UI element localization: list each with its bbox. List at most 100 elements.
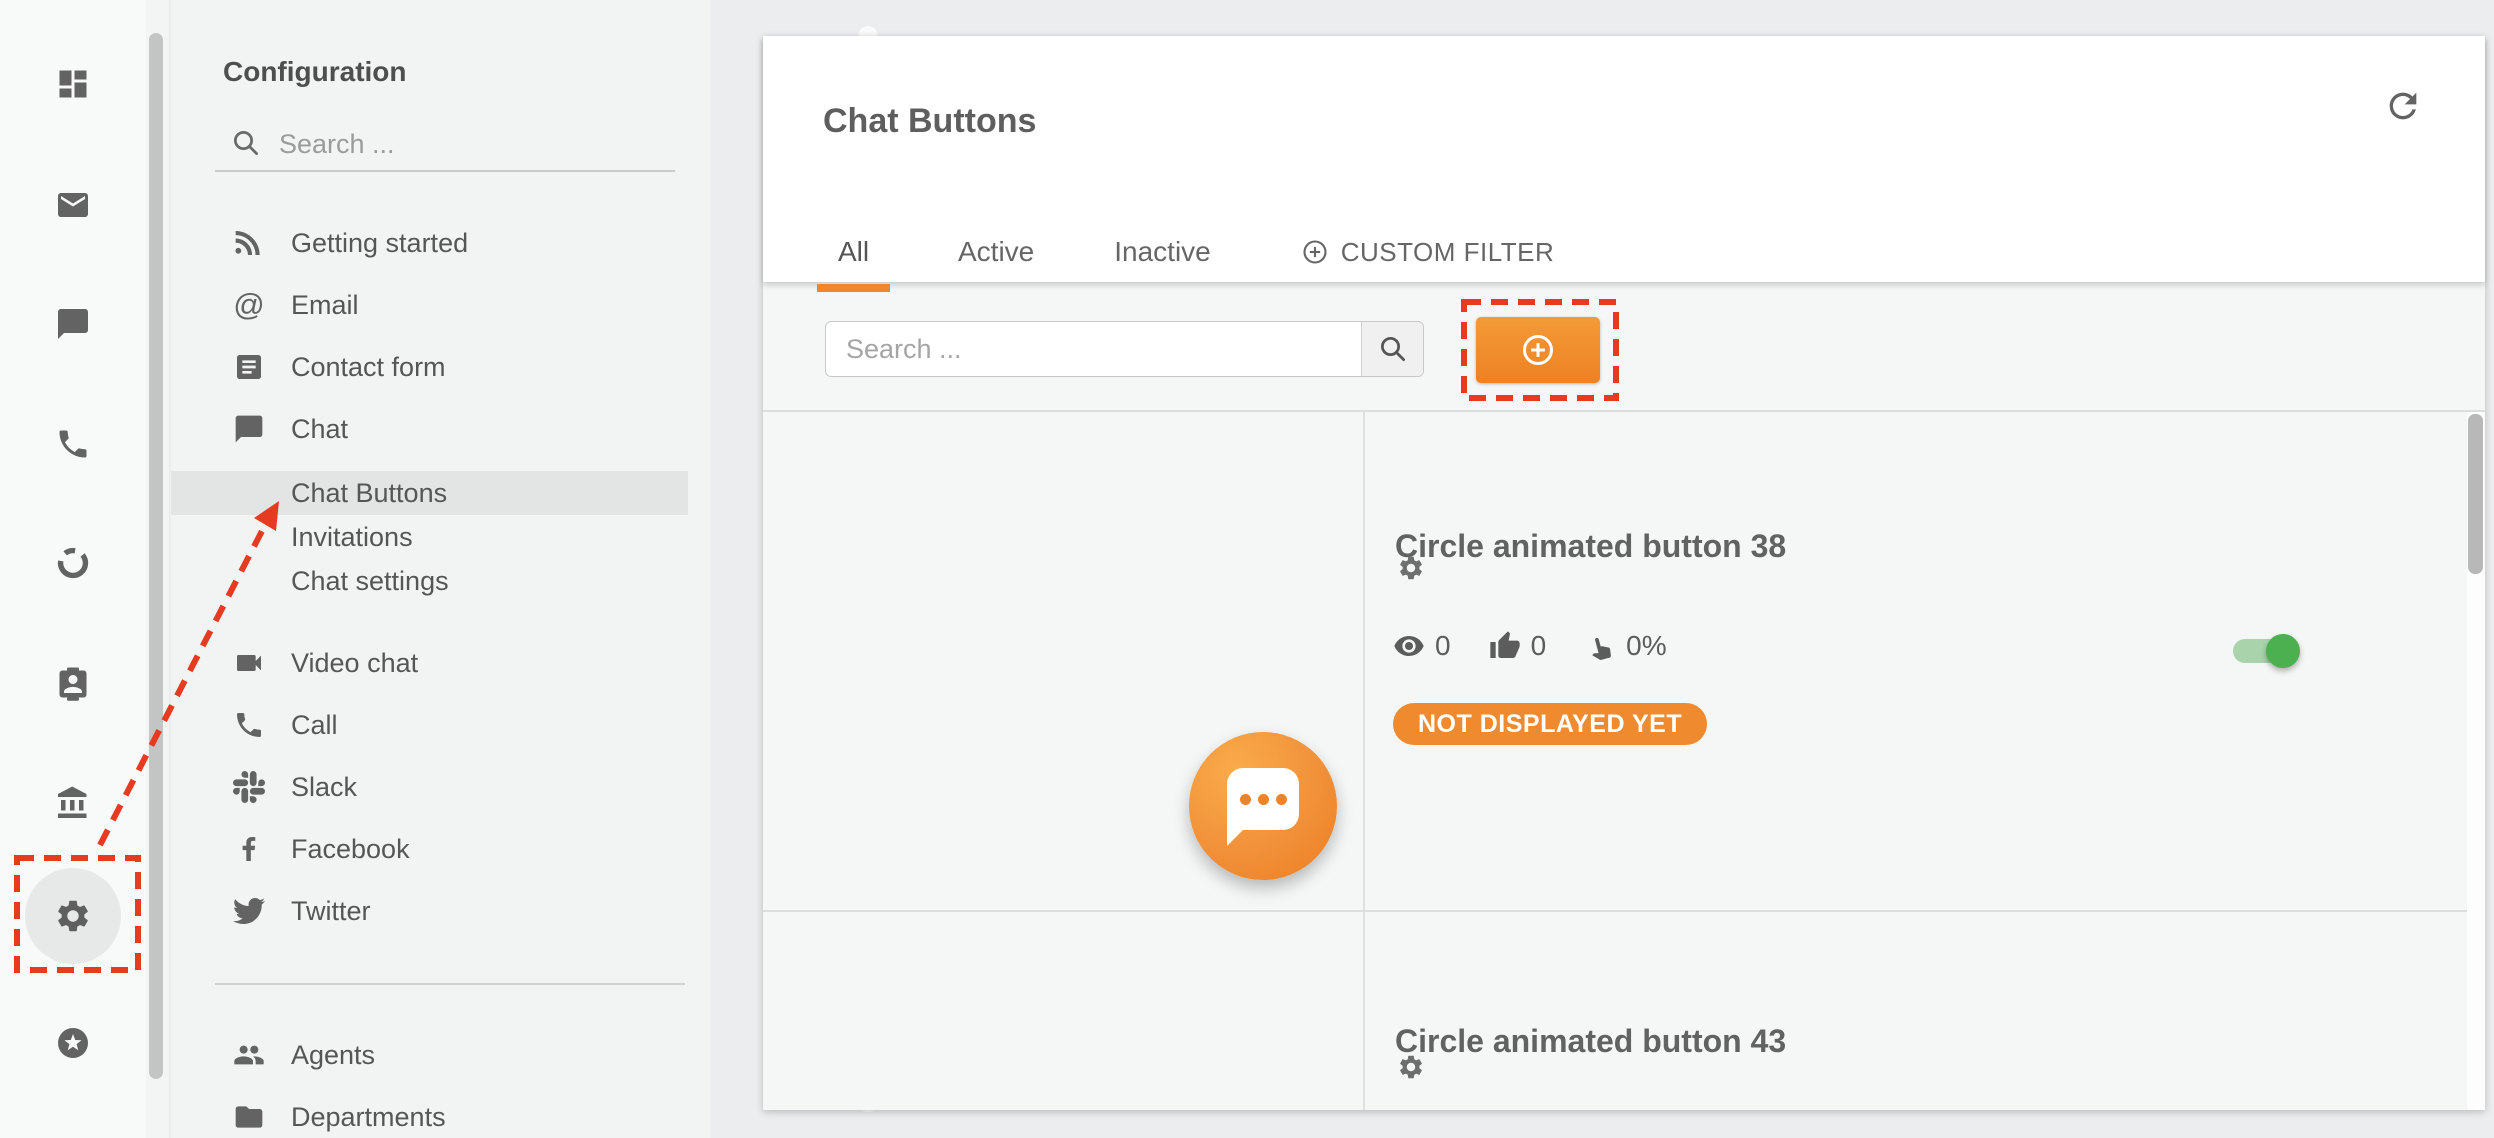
sidebar-item-email[interactable]: @ Email <box>171 274 688 336</box>
configuration-sidebar: Configuration Getting started @ Email Co… <box>171 0 710 1138</box>
sidebar-item-agents[interactable]: Agents <box>171 1024 688 1086</box>
tab-bar: All Active Inactive CUSTOM FILTER <box>817 222 1554 282</box>
sidebar-item-label: Email <box>291 290 359 321</box>
list-search-input[interactable] <box>826 322 1361 376</box>
rail-scrollbar-thumb[interactable] <box>149 33 163 1079</box>
conversions-value: 0% <box>1626 630 1666 662</box>
folder-icon <box>233 1101 265 1133</box>
sidebar-item-label: Facebook <box>291 834 410 865</box>
toggle-knob <box>2266 634 2300 668</box>
sidebar-item-twitter[interactable]: Twitter <box>171 880 688 942</box>
sidebar-item-slack[interactable]: Slack <box>171 756 688 818</box>
table-column-divider <box>1363 410 1365 1110</box>
main-header: Chat Buttons All Active Inactive CUSTOM … <box>763 36 2485 282</box>
main-scrollbar[interactable] <box>2467 412 2485 1110</box>
table-row-divider <box>763 910 2485 912</box>
likes-stat: 0 <box>1489 630 1547 662</box>
sidebar-item-invitations[interactable]: Invitations <box>171 515 688 559</box>
thumbs-up-icon <box>1489 630 1521 662</box>
row-settings-gear-icon[interactable] <box>1397 1053 1425 1081</box>
add-chat-button[interactable] <box>1476 317 1600 383</box>
eye-icon <box>1393 630 1425 662</box>
billing-icon[interactable] <box>55 785 91 821</box>
sidebar-item-label: Video chat <box>291 648 418 679</box>
sidebar-item-label: Chat Buttons <box>291 478 447 509</box>
reports-icon[interactable] <box>55 545 91 581</box>
chat-button-title: Circle animated button 38 <box>1395 528 1786 565</box>
slack-icon <box>233 771 265 803</box>
main-panel: Chat Buttons All Active Inactive CUSTOM … <box>763 36 2485 1110</box>
views-count: 0 <box>1435 630 1451 662</box>
mail-icon[interactable] <box>55 187 91 223</box>
dashboard-icon[interactable] <box>55 66 91 102</box>
sidebar-item-chat[interactable]: Chat <box>171 398 688 460</box>
tab-label: Active <box>958 236 1034 268</box>
sidebar-item-label: Chat settings <box>291 566 449 597</box>
tab-label: Inactive <box>1114 236 1211 268</box>
main-scrollbar-thumb[interactable] <box>2468 414 2483 574</box>
sidebar-item-getting-started[interactable]: Getting started <box>171 212 688 274</box>
sidebar-item-contact-form[interactable]: Contact form <box>171 336 688 398</box>
plus-circle-icon <box>1520 332 1556 368</box>
tab-active[interactable]: Active <box>958 222 1034 282</box>
tab-label: CUSTOM FILTER <box>1341 237 1555 268</box>
row-settings-gear-icon[interactable] <box>1397 554 1425 582</box>
tab-inactive[interactable]: Inactive <box>1114 222 1211 282</box>
app-icon-rail <box>0 0 146 1138</box>
sidebar-item-label: Invitations <box>291 522 413 553</box>
customers-icon[interactable] <box>55 666 91 702</box>
active-tab-underline <box>817 284 890 292</box>
sidebar-item-label: Call <box>291 710 338 741</box>
plus-circle-icon <box>1301 238 1329 266</box>
sidebar-item-call[interactable]: Call <box>171 694 688 756</box>
video-icon <box>233 647 265 679</box>
sidebar-menu: Getting started @ Email Contact form Cha… <box>171 212 688 1138</box>
starred-icon[interactable] <box>55 1025 91 1061</box>
calls-icon[interactable] <box>55 426 91 462</box>
sidebar-item-label: Twitter <box>291 896 371 927</box>
chats-icon[interactable] <box>55 306 91 342</box>
status-badge: NOT DISPLAYED YET <box>1393 703 1707 745</box>
sidebar-item-label: Agents <box>291 1040 375 1071</box>
form-icon <box>233 351 265 383</box>
sidebar-item-label: Chat <box>291 414 348 445</box>
sidebar-item-chat-settings[interactable]: Chat settings <box>171 559 688 603</box>
page-title: Chat Buttons <box>823 102 1036 141</box>
refresh-button[interactable] <box>2383 86 2423 126</box>
stats-row: 0 0 0% <box>1393 630 1705 662</box>
list-search <box>825 321 1424 377</box>
chat-bubble-icon <box>233 413 265 445</box>
rss-icon <box>233 227 265 259</box>
chat-button-preview[interactable] <box>1189 732 1337 880</box>
facebook-icon <box>233 833 265 865</box>
sidebar-title: Configuration <box>223 56 407 88</box>
sidebar-search <box>215 118 675 172</box>
sidebar-item-video-chat[interactable]: Video chat <box>171 632 688 694</box>
chat-button-title: Circle animated button 43 <box>1395 1023 1786 1060</box>
active-toggle[interactable] <box>2233 639 2293 663</box>
tab-all[interactable]: All <box>817 222 890 282</box>
settings-gear-icon <box>54 897 92 935</box>
conversions-stat: 0% <box>1584 630 1666 662</box>
sidebar-item-facebook[interactable]: Facebook <box>171 818 688 880</box>
sidebar-item-departments[interactable]: Departments <box>171 1086 688 1138</box>
views-stat: 0 <box>1393 630 1451 662</box>
settings-icon-highlight-circle[interactable] <box>25 868 121 964</box>
page: { "colors": { "accent_orange": "#f0872f"… <box>0 0 2494 1138</box>
table-top-border <box>763 410 2485 412</box>
list-search-button[interactable] <box>1361 322 1423 376</box>
sidebar-item-chat-buttons[interactable]: Chat Buttons <box>171 471 688 515</box>
sidebar-search-input[interactable] <box>279 124 659 164</box>
sidebar-item-label: Contact form <box>291 352 446 383</box>
people-icon <box>233 1039 265 1071</box>
at-icon: @ <box>233 289 265 321</box>
sidebar-item-label: Getting started <box>291 228 468 259</box>
rail-scrollbar[interactable] <box>146 0 170 1138</box>
sidebar-item-label: Departments <box>291 1102 446 1133</box>
sidebar-item-label: Slack <box>291 772 357 803</box>
tab-custom-filter[interactable]: CUSTOM FILTER <box>1301 222 1555 282</box>
sidebar-divider <box>215 983 685 985</box>
search-icon <box>231 128 261 158</box>
tab-label: All <box>838 236 869 268</box>
click-icon <box>1584 630 1616 662</box>
